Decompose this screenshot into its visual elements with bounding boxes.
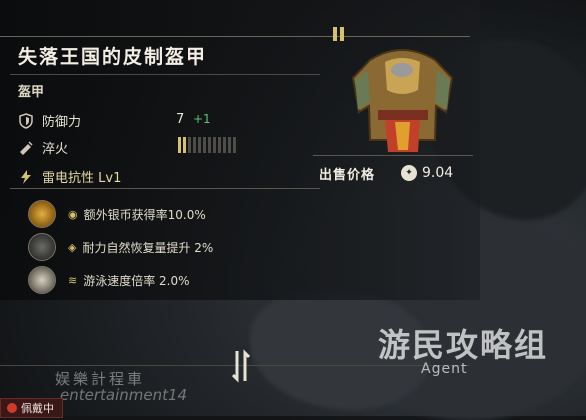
perk-orb-icon — [28, 233, 56, 261]
shield-icon — [19, 112, 33, 129]
temper-bar-segment — [188, 137, 191, 153]
temper-bar-segment — [218, 137, 221, 153]
stamina-icon: ◈ — [68, 240, 77, 254]
stat-label: 淬火 — [42, 142, 69, 157]
temper-level-bar — [178, 137, 236, 153]
divider — [10, 74, 320, 75]
lightning-icon — [21, 169, 31, 184]
perk-item[interactable]: ◈ 耐力自然恢复量提升 2% — [28, 233, 213, 261]
temper-bar-segment — [223, 137, 226, 153]
divider — [0, 36, 470, 37]
element-resistance-label: 雷电抗性 Lv1 — [42, 171, 122, 186]
swim-icon: ≋ — [68, 273, 78, 287]
equipped-label: 佩戴中 — [21, 402, 54, 415]
temper-icon — [20, 140, 33, 155]
perk-orb-icon — [28, 200, 56, 228]
temper-bar-segment — [193, 137, 196, 153]
divider — [10, 188, 320, 189]
stat-row-defense: 防御力 — [18, 111, 81, 130]
sell-price-label: 出售价格 — [319, 167, 376, 183]
temper-bar-segment — [203, 137, 206, 153]
perk-text: 耐力自然恢复量提升 2% — [82, 240, 214, 255]
stat-row-element: 雷电抗性 Lv1 — [18, 167, 121, 186]
temper-bar-segment — [183, 137, 186, 153]
item-title: 失落王国的皮制盔甲 — [18, 46, 208, 68]
defense-bonus: +1 — [193, 112, 211, 126]
item-category: 盔甲 — [18, 85, 45, 100]
site-logo-sub: Agent — [421, 361, 468, 377]
stat-label: 防御力 — [42, 115, 82, 130]
watermark-text: entertainment14 — [60, 386, 188, 404]
temper-bar-segment — [178, 137, 181, 153]
temper-bar-segment — [213, 137, 216, 153]
temper-bar-segment — [198, 137, 201, 153]
coin-icon: ◉ — [68, 207, 78, 221]
equipped-icon — [7, 403, 17, 413]
swap-icon[interactable] — [232, 349, 250, 383]
sell-price-value: 9.04 — [422, 165, 454, 181]
perk-orb-icon — [28, 266, 56, 294]
sell-price-box: 出售价格 ✦ 9.04 — [313, 155, 473, 190]
perk-text: 游泳速度倍率 2.0% — [83, 273, 190, 288]
defense-value: 7 — [176, 112, 185, 127]
armor-image — [351, 49, 454, 152]
perk-item[interactable]: ◉ 额外银币获得率10.0% — [28, 200, 206, 228]
perk-item[interactable]: ≋ 游泳速度倍率 2.0% — [28, 266, 190, 294]
temper-bar-segment — [233, 137, 236, 153]
perk-text: 额外银币获得率10.0% — [83, 207, 206, 222]
temper-bar-segment — [208, 137, 211, 153]
equipped-badge: 佩戴中 — [0, 398, 63, 418]
stat-row-temper: 淬火 — [18, 138, 68, 157]
coin-icon: ✦ — [401, 165, 418, 181]
site-logo: 游民攻略组 — [378, 326, 549, 364]
temper-bar-segment — [228, 137, 231, 153]
